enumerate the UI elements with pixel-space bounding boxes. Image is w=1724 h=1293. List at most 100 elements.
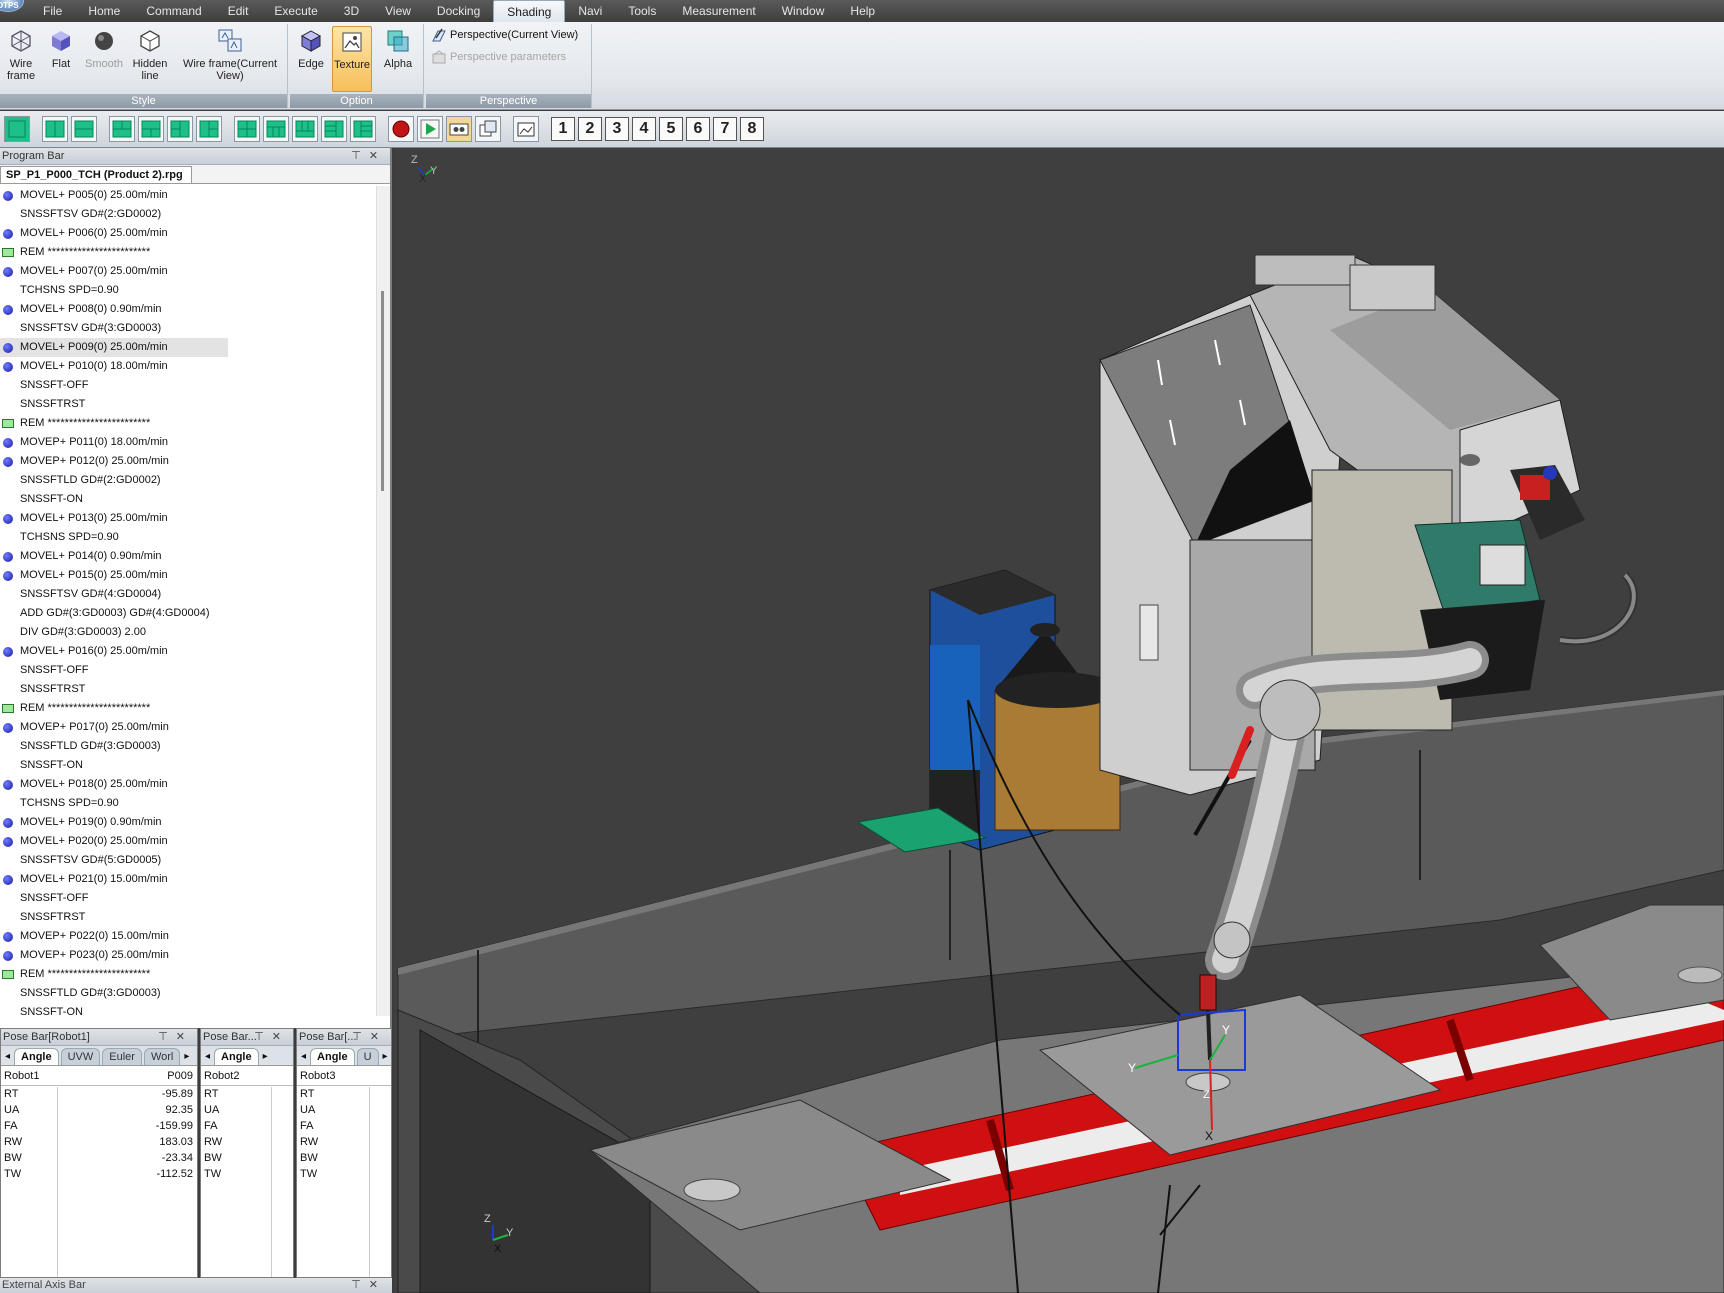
tab-scroll-left-icon[interactable]: ◂ — [203, 1051, 212, 1065]
view-number-button-8[interactable]: 8 — [740, 117, 764, 141]
program-line[interactable]: MOVEL+ P013(0) 25.00m/min — [0, 509, 228, 528]
program-line[interactable]: MOVEL+ P007(0) 25.00m/min — [0, 262, 228, 281]
program-line[interactable]: MOVEL+ P005(0) 25.00m/min — [0, 186, 228, 205]
pin-close-icons[interactable]: ⊤✕ — [351, 148, 386, 165]
program-line[interactable]: MOVEL+ P010(0) 18.00m/min — [0, 357, 228, 376]
menu-item-docking[interactable]: Docking — [424, 0, 493, 22]
pin-close-icons[interactable]: ⊤✕ — [254, 1029, 289, 1046]
menu-item-home[interactable]: Home — [75, 0, 133, 22]
play-button[interactable] — [417, 116, 443, 142]
four-view-layout-c-button[interactable] — [292, 116, 318, 142]
pin-close-icons[interactable]: ⊤✕ — [352, 1029, 387, 1046]
program-line[interactable]: MOVEL+ P014(0) 0.90m/min — [0, 547, 228, 566]
program-line[interactable]: SNSSFT-OFF — [0, 376, 228, 395]
program-line[interactable]: MOVEL+ P006(0) 25.00m/min — [0, 224, 228, 243]
menu-item-shading[interactable]: Shading — [493, 0, 566, 22]
flat-button[interactable]: Flat — [46, 26, 76, 70]
program-line[interactable]: MOVEL+ P009(0) 25.00m/min — [0, 338, 228, 357]
three-view-layout-a-button[interactable] — [109, 116, 135, 142]
wire-frame-button[interactable]: Wire frame — [4, 26, 38, 82]
view-number-button-5[interactable]: 5 — [659, 117, 683, 141]
scrollbar-thumb[interactable] — [381, 291, 384, 491]
view-number-button-3[interactable]: 3 — [605, 117, 629, 141]
hidden-line-button[interactable]: Hidden line — [128, 26, 172, 82]
three-view-layout-d-button[interactable] — [196, 116, 222, 142]
3d-viewport[interactable]: Y Y X Z Z Y X Z Y X — [394, 148, 1724, 1293]
program-line[interactable]: REM ************************ — [0, 414, 228, 433]
pin-close-icons[interactable]: ⊤✕ — [351, 1278, 386, 1293]
two-vertical-layout-button[interactable] — [42, 116, 68, 142]
program-line[interactable]: SNSSFT-ON — [0, 1003, 228, 1016]
program-line[interactable]: SNSSFT-ON — [0, 756, 228, 775]
menu-item-help[interactable]: Help — [837, 0, 888, 22]
program-line[interactable]: REM ************************ — [0, 243, 228, 262]
copy-view-button[interactable] — [475, 116, 501, 142]
program-line[interactable]: SNSSFTSV GD#(4:GD0004) — [0, 585, 228, 604]
pin-close-icons[interactable]: ⊤✕ — [158, 1029, 193, 1046]
program-line[interactable]: MOVEL+ P020(0) 25.00m/min — [0, 832, 228, 851]
four-view-layout-e-button[interactable] — [350, 116, 376, 142]
program-line[interactable]: SNSSFTRST — [0, 395, 228, 414]
menu-item-edit[interactable]: Edit — [215, 0, 262, 22]
program-line[interactable]: MOVEL+ P021(0) 15.00m/min — [0, 870, 228, 889]
menu-item-file[interactable]: File — [30, 0, 75, 22]
program-line[interactable]: MOVEL+ P018(0) 25.00m/min — [0, 775, 228, 794]
program-line[interactable]: SNSSFTRST — [0, 908, 228, 927]
single-view-layout-button[interactable] — [4, 116, 30, 142]
menu-item-tools[interactable]: Tools — [615, 0, 669, 22]
tab-angle[interactable]: Angle — [14, 1048, 59, 1065]
program-line[interactable]: MOVEL+ P015(0) 25.00m/min — [0, 566, 228, 585]
menu-item-measurement[interactable]: Measurement — [669, 0, 768, 22]
tab-scroll-right-icon[interactable]: ▸ — [182, 1051, 191, 1065]
tab-worl[interactable]: Worl — [143, 1048, 181, 1065]
program-line[interactable]: REM ************************ — [0, 699, 228, 718]
tab-scroll-right-icon[interactable]: ▸ — [381, 1051, 390, 1065]
menu-item-command[interactable]: Command — [133, 0, 214, 22]
tab-euler[interactable]: Euler — [102, 1048, 142, 1065]
menu-item-navi[interactable]: Navi — [565, 0, 615, 22]
wire-frame-current-view-button[interactable]: Wire frame(Current View) — [178, 26, 282, 82]
perspective-parameters-button[interactable]: Perspective parameters — [432, 50, 566, 64]
program-line[interactable]: TCHSNS SPD=0.90 — [0, 281, 228, 300]
three-view-layout-c-button[interactable] — [167, 116, 193, 142]
program-line[interactable]: TCHSNS SPD=0.90 — [0, 528, 228, 547]
program-file-tab[interactable]: SP_P1_P000_TCH (Product 2).rpg — [0, 165, 390, 184]
program-line[interactable]: SNSSFTSV GD#(3:GD0003) — [0, 319, 228, 338]
view-number-button-1[interactable]: 1 — [551, 117, 575, 141]
program-line[interactable]: SNSSFT-OFF — [0, 889, 228, 908]
two-horizontal-layout-button[interactable] — [71, 116, 97, 142]
smooth-button[interactable]: Smooth — [84, 26, 124, 70]
view-number-button-2[interactable]: 2 — [578, 117, 602, 141]
program-line[interactable]: DIV GD#(3:GD0003) 2.00 — [0, 623, 228, 642]
program-line[interactable]: MOVEL+ P019(0) 0.90m/min — [0, 813, 228, 832]
view-number-button-4[interactable]: 4 — [632, 117, 656, 141]
menu-item-window[interactable]: Window — [769, 0, 838, 22]
program-line[interactable]: SNSSFT-OFF — [0, 661, 228, 680]
app-logo[interactable]: DTPS — [0, 0, 30, 22]
tab-uvw[interactable]: UVW — [60, 1048, 101, 1065]
program-line[interactable]: SNSSFTSV GD#(5:GD0005) — [0, 851, 228, 870]
alpha-button[interactable]: Alpha — [378, 26, 418, 70]
program-line[interactable]: MOVEP+ P012(0) 25.00m/min — [0, 452, 228, 471]
program-line[interactable]: SNSSFTSV GD#(2:GD0002) — [0, 205, 228, 224]
program-line[interactable]: TCHSNS SPD=0.90 — [0, 794, 228, 813]
capture-image-button[interactable] — [513, 116, 539, 142]
tab-angle[interactable]: Angle — [310, 1048, 355, 1065]
program-line[interactable]: MOVEL+ P008(0) 0.90m/min — [0, 300, 228, 319]
video-view-button[interactable] — [446, 116, 472, 142]
program-line[interactable]: MOVEP+ P023(0) 25.00m/min — [0, 946, 228, 965]
program-line[interactable]: MOVEP+ P017(0) 25.00m/min — [0, 718, 228, 737]
program-line[interactable]: MOVEL+ P016(0) 25.00m/min — [0, 642, 228, 661]
view-number-button-6[interactable]: 6 — [686, 117, 710, 141]
menu-item-execute[interactable]: Execute — [261, 0, 330, 22]
program-line[interactable]: SNSSFTLD GD#(3:GD0003) — [0, 737, 228, 756]
perspective-current-view-button[interactable]: Perspective(Current View) — [432, 28, 578, 42]
three-view-layout-b-button[interactable] — [138, 116, 164, 142]
program-line[interactable]: SNSSFTLD GD#(3:GD0003) — [0, 984, 228, 1003]
menu-item-3d[interactable]: 3D — [331, 0, 372, 22]
program-line[interactable]: SNSSFTRST — [0, 680, 228, 699]
tab-angle[interactable]: Angle — [214, 1048, 259, 1065]
program-line[interactable]: MOVEP+ P022(0) 15.00m/min — [0, 927, 228, 946]
tab-scroll-left-icon[interactable]: ◂ — [299, 1051, 308, 1065]
texture-button[interactable]: Texture — [332, 26, 372, 92]
